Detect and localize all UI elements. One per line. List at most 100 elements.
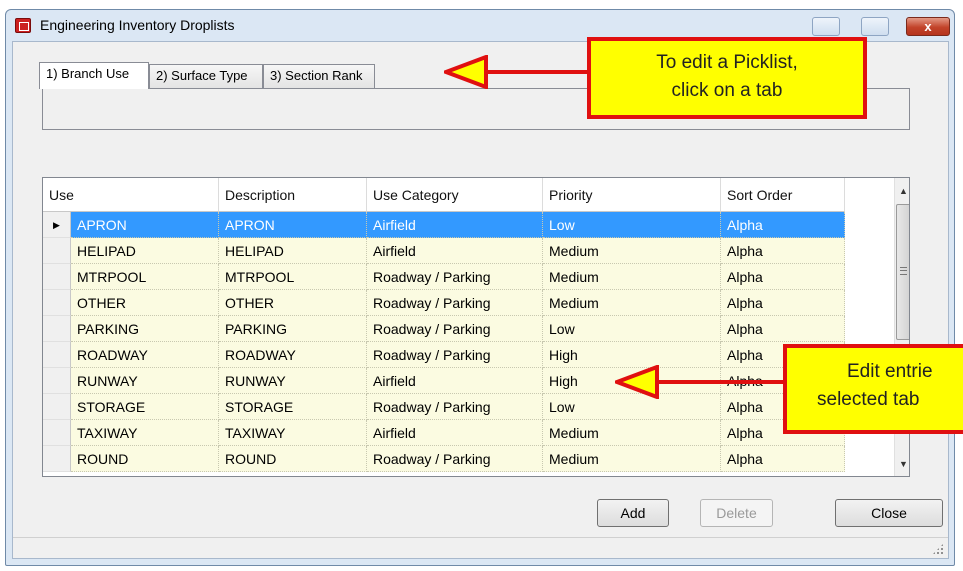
- table-cell-priority[interactable]: Low: [543, 212, 721, 238]
- scroll-thumb[interactable]: [896, 204, 909, 340]
- row-header[interactable]: ▶: [43, 212, 71, 238]
- table-row[interactable]: MTRPOOL MTRPOOL Roadway / Parking Medium Alp…: [43, 264, 883, 290]
- add-button[interactable]: Add: [597, 499, 669, 527]
- row-header[interactable]: [43, 290, 71, 316]
- grid-callout-arrow-shaft: [650, 380, 784, 384]
- table-cell-priority[interactable]: Medium: [543, 290, 721, 316]
- table-cell-priority[interactable]: Medium: [543, 238, 721, 264]
- arrow-left-icon: [615, 365, 659, 399]
- row-header[interactable]: [43, 420, 71, 446]
- app-icon: [15, 18, 31, 33]
- table-cell-description[interactable]: OTHER: [219, 290, 367, 316]
- table-row[interactable]: ▶ APRON APRON Airfield Low Alpha: [43, 212, 883, 238]
- table-cell-use-category[interactable]: Airfield: [367, 368, 543, 394]
- tab-surface-type[interactable]: 2) Surface Type: [149, 64, 263, 88]
- table-cell-sort-order[interactable]: Alpha: [721, 264, 845, 290]
- tab-label: 3) Section Rank: [270, 68, 363, 83]
- table-cell-use-category[interactable]: Roadway / Parking: [367, 264, 543, 290]
- table-cell-use-category[interactable]: Airfield: [367, 420, 543, 446]
- table-cell-sort-order[interactable]: Alpha: [721, 290, 845, 316]
- column-header-description[interactable]: Description: [219, 178, 367, 212]
- table-cell-use-category[interactable]: Roadway / Parking: [367, 290, 543, 316]
- table-cell-use[interactable]: APRON: [71, 212, 219, 238]
- close-icon: x: [924, 19, 932, 34]
- tabs-callout: To edit a Picklist, click on a tab: [587, 37, 867, 119]
- row-header[interactable]: [43, 394, 71, 420]
- row-header[interactable]: [43, 264, 71, 290]
- grid-header: Use Description Use Category Priority So…: [43, 178, 883, 212]
- table-cell-use[interactable]: PARKING: [71, 316, 219, 342]
- table-cell-use[interactable]: OTHER: [71, 290, 219, 316]
- row-header[interactable]: [43, 238, 71, 264]
- row-header[interactable]: [43, 316, 71, 342]
- table-cell-sort-order[interactable]: Alpha: [721, 446, 845, 472]
- table-cell-description[interactable]: ROADWAY: [219, 342, 367, 368]
- scroll-down-icon[interactable]: ▼: [895, 456, 909, 473]
- table-cell-use[interactable]: ROUND: [71, 446, 219, 472]
- table-cell-use-category[interactable]: Roadway / Parking: [367, 316, 543, 342]
- window-title: Engineering Inventory Droplists: [40, 17, 235, 33]
- column-header-use-category[interactable]: Use Category: [367, 178, 543, 212]
- column-header-use[interactable]: Use: [43, 178, 219, 212]
- tab-section-rank[interactable]: 3) Section Rank: [263, 64, 375, 88]
- table-cell-description[interactable]: TAXIWAY: [219, 420, 367, 446]
- tab-label: 2) Surface Type: [156, 68, 248, 83]
- table-cell-description[interactable]: PARKING: [219, 316, 367, 342]
- table-row[interactable]: ROUND ROUND Roadway / Parking Medium Alpha: [43, 446, 883, 472]
- table-cell-use-category[interactable]: Airfield: [367, 212, 543, 238]
- table-cell-description[interactable]: HELIPAD: [219, 238, 367, 264]
- table-row[interactable]: OTHER OTHER Roadway / Parking Medium Alpha: [43, 290, 883, 316]
- table-row[interactable]: ROADWAY ROADWAY Roadway / Parking High Alpha: [43, 342, 883, 368]
- status-bar: [13, 537, 948, 558]
- row-header[interactable]: [43, 446, 71, 472]
- table-row[interactable]: HELIPAD HELIPAD Airfield Medium Alpha: [43, 238, 883, 264]
- tab-label: 1) Branch Use: [46, 66, 130, 81]
- table-cell-description[interactable]: MTRPOOL: [219, 264, 367, 290]
- table-cell-use[interactable]: STORAGE: [71, 394, 219, 420]
- title-bar[interactable]: Engineering Inventory Droplists x: [6, 10, 954, 40]
- column-header-priority[interactable]: Priority: [543, 178, 721, 212]
- table-cell-description[interactable]: ROUND: [219, 446, 367, 472]
- table-row[interactable]: PARKING PARKING Roadway / Parking Low Alpha: [43, 316, 883, 342]
- table-cell-priority[interactable]: Low: [543, 316, 721, 342]
- grid-callout-line1: Edit entrie: [847, 361, 933, 382]
- table-cell-use[interactable]: MTRPOOL: [71, 264, 219, 290]
- tabs-callout-line2: click on a tab: [671, 80, 783, 101]
- scroll-up-icon[interactable]: ▲: [895, 183, 909, 200]
- grip-icon: [900, 267, 907, 275]
- table-cell-use-category[interactable]: Roadway / Parking: [367, 342, 543, 368]
- table-row[interactable]: STORAGE STORAGE Roadway / Parking Low Alpha: [43, 394, 883, 420]
- table-cell-use-category[interactable]: Airfield: [367, 238, 543, 264]
- table-row[interactable]: TAXIWAY TAXIWAY Airfield Medium Alpha: [43, 420, 883, 446]
- table-cell-priority[interactable]: Medium: [543, 446, 721, 472]
- table-cell-use[interactable]: ROADWAY: [71, 342, 219, 368]
- table-cell-sort-order[interactable]: Alpha: [721, 212, 845, 238]
- table-cell-description[interactable]: STORAGE: [219, 394, 367, 420]
- grid-callout: Edit entrie selected tab: [783, 344, 963, 434]
- picklist-grid[interactable]: Use Description Use Category Priority So…: [42, 177, 910, 477]
- table-cell-sort-order[interactable]: Alpha: [721, 238, 845, 264]
- table-cell-priority[interactable]: Medium: [543, 420, 721, 446]
- close-button[interactable]: Close: [835, 499, 943, 527]
- arrow-left-icon: [444, 55, 488, 89]
- tab-branch-use[interactable]: 1) Branch Use: [39, 62, 149, 89]
- delete-button[interactable]: Delete: [700, 499, 773, 527]
- table-cell-use-category[interactable]: Roadway / Parking: [367, 394, 543, 420]
- row-header[interactable]: [43, 342, 71, 368]
- table-cell-description[interactable]: APRON: [219, 212, 367, 238]
- current-row-icon: ▶: [53, 220, 60, 230]
- column-header-sort-order[interactable]: Sort Order: [721, 178, 845, 212]
- table-cell-sort-order[interactable]: Alpha: [721, 316, 845, 342]
- row-header[interactable]: [43, 368, 71, 394]
- table-cell-use[interactable]: HELIPAD: [71, 238, 219, 264]
- table-cell-use[interactable]: TAXIWAY: [71, 420, 219, 446]
- window-close-button[interactable]: x: [906, 17, 950, 36]
- table-cell-description[interactable]: RUNWAY: [219, 368, 367, 394]
- resize-grip-icon[interactable]: [932, 543, 944, 555]
- table-cell-use[interactable]: RUNWAY: [71, 368, 219, 394]
- table-cell-priority[interactable]: Medium: [543, 264, 721, 290]
- table-cell-use-category[interactable]: Roadway / Parking: [367, 446, 543, 472]
- grid-callout-line2: selected tab: [817, 389, 920, 410]
- minimize-button[interactable]: [812, 17, 840, 36]
- maximize-button[interactable]: [861, 17, 889, 36]
